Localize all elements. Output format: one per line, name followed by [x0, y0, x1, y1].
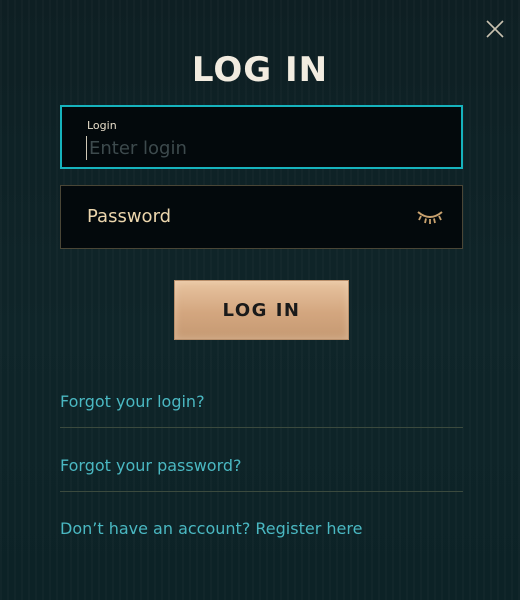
register-link[interactable]: Don’t have an account? Register here: [60, 519, 362, 538]
divider: [60, 491, 463, 492]
password-field-label: Password: [87, 206, 172, 227]
page-title: LOG IN: [191, 50, 329, 90]
login-field-label: Login: [87, 119, 117, 132]
divider: [60, 427, 463, 428]
close-icon[interactable]: [484, 18, 506, 40]
login-button[interactable]: LOG IN: [174, 280, 349, 340]
password-field[interactable]: Password: [60, 185, 463, 249]
forgot-login-link[interactable]: Forgot your login?: [60, 392, 205, 411]
login-input[interactable]: [86, 136, 426, 160]
forgot-password-link[interactable]: Forgot your password?: [60, 456, 242, 475]
login-field[interactable]: Login: [60, 105, 463, 169]
eye-closed-icon[interactable]: [416, 208, 444, 226]
